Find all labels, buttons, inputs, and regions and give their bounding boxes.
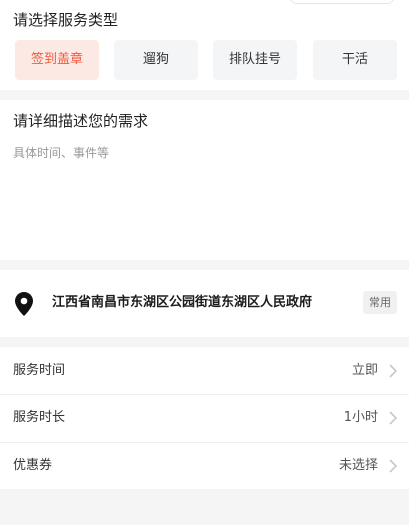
- service-type-queue-register-button[interactable]: 排队挂号: [213, 40, 297, 80]
- description-section: 请详细描述您的需求: [0, 100, 409, 260]
- chevron-right-icon: [389, 411, 398, 425]
- service-duration-value: 1小时: [343, 410, 378, 425]
- service-duration-row[interactable]: 服务时长 1小时: [0, 394, 409, 441]
- service-type-dog-walking-button[interactable]: 遛狗: [114, 40, 198, 80]
- coupon-label: 优惠券: [13, 458, 53, 473]
- chevron-right-icon: [389, 459, 398, 473]
- service-duration-label: 服务时长: [13, 410, 66, 425]
- service-type-title: 请选择服务类型: [13, 11, 119, 29]
- service-request-page: 请选择服务类型 签到盖章 遛狗 排队挂号 干活 请详细描述您的需求 江西省南昌市…: [0, 0, 409, 525]
- chevron-right-icon: [389, 364, 398, 378]
- service-type-section: 请选择服务类型 签到盖章 遛狗 排队挂号 干活: [0, 0, 409, 90]
- location-pin-icon: [15, 292, 33, 316]
- service-time-value: 立即: [351, 363, 378, 378]
- address-text: 江西省南昌市东湖区公园街道东湖区人民政府: [52, 295, 313, 310]
- service-type-chores-button[interactable]: 干活: [313, 40, 397, 80]
- top-pill-edge[interactable]: [289, 0, 395, 4]
- options-list: 服务时间 立即 服务时长 1小时 优惠券 未选择: [0, 347, 409, 489]
- coupon-value: 未选择: [338, 458, 378, 473]
- coupon-row[interactable]: 优惠券 未选择: [0, 442, 409, 489]
- address-row[interactable]: 江西省南昌市东湖区公园街道东湖区人民政府 常用: [0, 270, 409, 337]
- description-title: 请详细描述您的需求: [13, 112, 149, 130]
- description-input[interactable]: [13, 144, 396, 244]
- address-common-tag[interactable]: 常用: [363, 291, 397, 314]
- service-time-row[interactable]: 服务时间 立即: [0, 347, 409, 394]
- service-type-sign-stamp-button[interactable]: 签到盖章: [15, 40, 99, 80]
- service-time-label: 服务时间: [13, 363, 66, 378]
